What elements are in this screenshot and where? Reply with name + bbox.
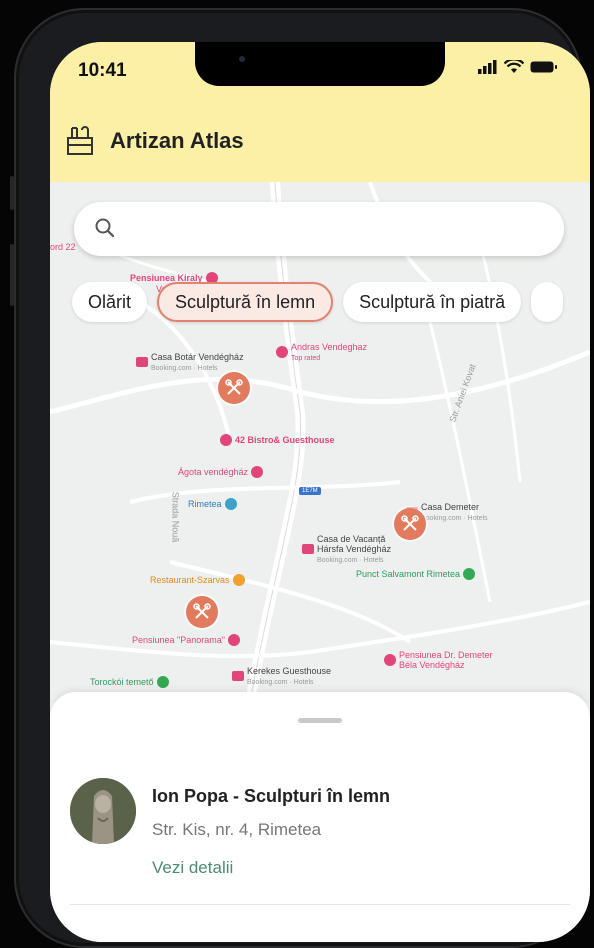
hotel-pin-icon [227,634,240,646]
mute-switch [10,176,14,210]
map-poi-label: Pensiunea "Panorama" [132,635,225,645]
app-title-row: Artizan Atlas [66,126,244,156]
map-poi-label: 42 Bistro& Guesthouse [235,435,335,445]
artisan-address: Str. Kis, nr. 4, Rimetea [152,820,322,839]
park-pin-icon [156,676,169,688]
chip-olarit[interactable]: Olărit [72,282,148,322]
notch [195,42,445,86]
sculpture-photo [70,778,136,844]
hotel-pin-icon [251,466,264,478]
drag-handle[interactable] [298,718,342,723]
map-poi[interactable]: Punct Salvamont Rimetea [356,568,476,580]
chip-sculptura-piatra[interactable]: Sculptură în piatră [343,282,522,322]
map-poi-label: Casa Demeter Booking.com · Hotels [421,502,488,522]
route-shield: 1E7M [299,487,321,495]
wifi-icon [504,60,524,73]
artisan-marker[interactable] [186,596,218,628]
screen: 10:41 Artizan Atlas ord 22 Pensiunea Kir… [50,42,590,942]
hotel-pin-icon [232,671,244,681]
map-poi-label: Pensiunea Dr. Demeter Béla Vendégház [399,650,493,670]
chip-sculptura-lemn[interactable]: Sculptură în lemn [157,282,334,322]
artisan-marker[interactable] [218,372,250,404]
workshop-icon [67,126,93,155]
map-poi-label: Andras Vendeghaz Top rated [291,342,368,362]
chip-more[interactable] [531,282,564,322]
map-poi-label: Ágota vendégház [178,467,249,477]
divider [70,904,570,905]
search-icon[interactable] [94,217,116,239]
map-poi-label: Punct Salvamont Rimetea [356,569,461,579]
hotel-pin-icon [136,357,148,367]
map-poi[interactable]: Casa de Vacanță Hársfa Vendégház Booking.… [302,534,397,564]
rescue-pin-icon [463,568,476,580]
signal-icon [478,60,497,74]
camera-dot [239,56,245,62]
town-pin-icon [224,498,237,510]
search-input[interactable] [128,212,552,248]
artisan-marker[interactable] [394,508,426,540]
map-poi[interactable]: Ágota vendégház [178,466,264,478]
phone-frame: 10:41 Artizan Atlas ord 22 Pensiunea Kir… [10,8,590,948]
tools-cross-icon [193,603,211,619]
search-bar[interactable] [74,202,564,256]
map-poi-label: Torockói temető [90,677,154,687]
map-label: Strada Nouă [170,491,181,543]
battery-icon [530,61,557,73]
map-poi-label: Kerekes Guesthouse Booking.com · Hotels [247,666,332,686]
category-chips: Olărit Sculptură în lemn Sculptură în pi… [72,282,564,322]
hotel-pin-icon [276,346,288,358]
status-time: 10:41 [78,60,127,81]
map-label: ord 22 [50,242,76,252]
map-poi[interactable]: Torockói temető [90,676,169,688]
map-poi[interactable]: Rimetea [188,498,237,510]
map-poi[interactable]: Casa Botár Vendégház Booking.com · Hotels [136,352,244,372]
map-poi[interactable]: 42 Bistro& Guesthouse [220,434,335,446]
hotel-pin-icon [302,544,314,554]
map-poi[interactable]: Kerekes Guesthouse Booking.com · Hotels [232,666,331,686]
volume-up-button [10,244,14,306]
map-poi[interactable]: Pensiunea Dr. Demeter Béla Vendégház [384,650,509,670]
artisan-avatar [70,778,136,844]
map-poi[interactable]: Restaurant-Szarvas [150,574,245,586]
hotel-pin-icon [384,654,396,666]
map-poi-label: Rimetea [188,499,222,509]
tools-cross-icon [225,379,243,395]
map-poi[interactable]: Andras Vendeghaz Top rated [276,342,367,362]
hotel-pin-icon [220,434,232,446]
map-poi[interactable]: Pensiunea "Panorama" [132,634,240,646]
restaurant-pin-icon [232,574,245,586]
map-poi-label: Restaurant-Szarvas [150,575,230,585]
map-poi-label: Casa Botár Vendégház Booking.com · Hotels [151,352,244,372]
tools-cross-icon [401,515,419,531]
artisan-name: Ion Popa - Sculpturi în lemn [152,786,391,806]
bottom-sheet[interactable]: Ion Popa - Sculpturi în lemn Str. Kis, n… [50,692,590,942]
details-link[interactable]: Vezi detalii [152,858,233,878]
app-title: Artizan Atlas [110,128,244,153]
status-icons [478,60,558,74]
map-view[interactable]: ord 22 Pensiunea Kiraly Ve Casa Botár Ve… [50,182,590,702]
map-poi-label: Casa de Vacanță Hársfa Vendégház Booking.… [317,534,392,564]
